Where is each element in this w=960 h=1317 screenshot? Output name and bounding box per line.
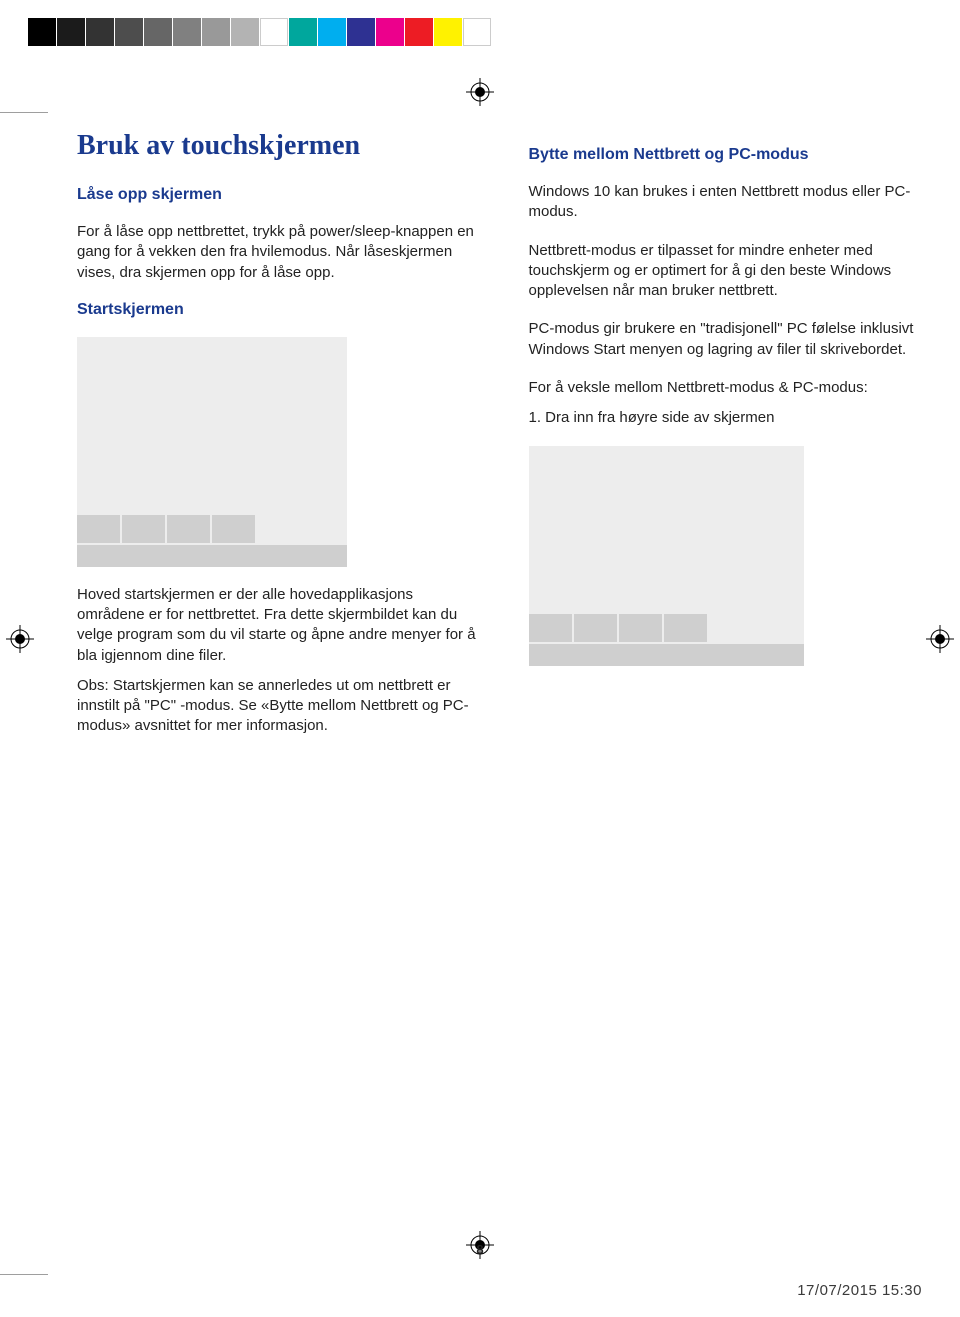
- swatch: [289, 18, 317, 46]
- crop-line: [0, 1274, 48, 1275]
- registration-mark-icon: [6, 625, 34, 653]
- swatch: [144, 18, 172, 46]
- swatch: [434, 18, 462, 46]
- registration-mark-icon: [466, 78, 494, 106]
- heading-switch: Bytte mellom Nettbrett og PC-modus: [529, 146, 931, 164]
- footer-timestamp: 17/07/2015 15:30: [797, 1282, 922, 1299]
- paragraph-toggle: For å veksle mellom Nettbrett-modus & PC…: [529, 378, 931, 398]
- swatch: [260, 18, 288, 46]
- paragraph-start: Hoved startskjermen er der alle hovedapp…: [77, 585, 479, 666]
- swatch: [28, 18, 56, 46]
- paragraph-pc: PC-modus gir brukere en "tradisjonell" P…: [529, 319, 931, 360]
- paragraph-tablet: Nettbrett-modus er tilpasset for mindre …: [529, 241, 931, 302]
- swatch: [86, 18, 114, 46]
- swatch: [115, 18, 143, 46]
- crop-line: [0, 112, 48, 113]
- swatch: [347, 18, 375, 46]
- registration-mark-icon: [926, 625, 954, 653]
- swatch: [173, 18, 201, 46]
- color-calibration-bar: [28, 18, 491, 46]
- heading-lock: Låse opp skjermen: [77, 186, 479, 204]
- swatch: [57, 18, 85, 46]
- right-column: Bytte mellom Nettbrett og PC-modus Windo…: [529, 130, 931, 755]
- swatch: [318, 18, 346, 46]
- paragraph-obs: Obs: Startskjermen kan se annerledes ut …: [77, 676, 479, 737]
- paragraph-lock: For å låse opp nettbrettet, trykk på pow…: [77, 222, 479, 283]
- screenshot-placeholder: [77, 337, 347, 567]
- swatch: [405, 18, 433, 46]
- screenshot-placeholder: [529, 446, 804, 666]
- left-column: Bruk av touchskjermen Låse opp skjermen …: [55, 130, 479, 755]
- heading-start: Startskjermen: [77, 301, 479, 319]
- paragraph-intro: Windows 10 kan brukes i enten Nettbrett …: [529, 182, 931, 223]
- swatch: [376, 18, 404, 46]
- swatch: [231, 18, 259, 46]
- swatch: [463, 18, 491, 46]
- page-content: Bruk av touchskjermen Låse opp skjermen …: [55, 130, 930, 1227]
- swatch: [202, 18, 230, 46]
- page-number: 8: [0, 1242, 960, 1257]
- page-title: Bruk av touchskjermen: [77, 130, 479, 162]
- paragraph-step1: 1. Dra inn fra høyre side av skjermen: [529, 408, 931, 428]
